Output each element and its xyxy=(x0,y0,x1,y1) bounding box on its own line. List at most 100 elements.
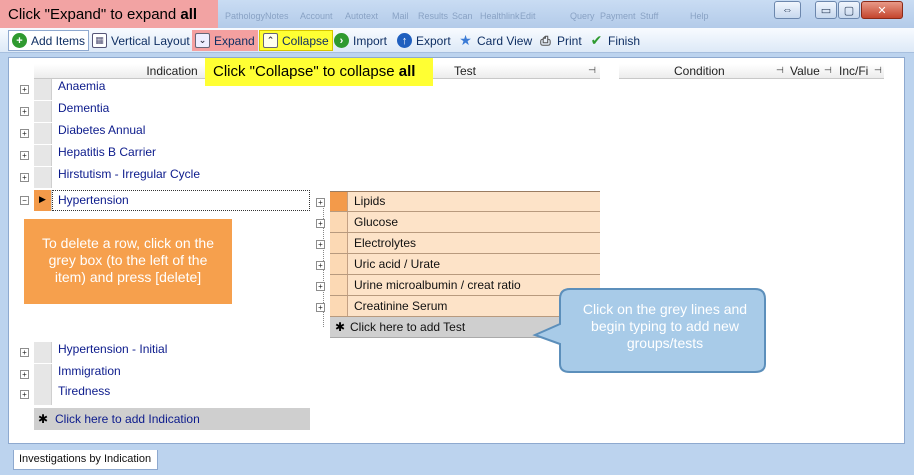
tab-investigations-by-indication[interactable]: Investigations by Indication xyxy=(13,450,158,470)
vertical-layout-button[interactable]: ▦ Vertical Layout xyxy=(89,30,193,51)
expand-node-icon[interactable]: + xyxy=(20,173,29,182)
background-tab: Scan xyxy=(452,11,473,21)
indication-row-selected[interactable]: − ▶ Hypertension xyxy=(18,190,312,211)
indication-row[interactable]: + Diabetes Annual xyxy=(18,123,312,144)
expand-node-icon[interactable]: + xyxy=(20,107,29,116)
expand-node-icon[interactable]: + xyxy=(20,370,29,379)
test-label: Electrolytes xyxy=(354,236,417,250)
background-tab: Healthlink xyxy=(480,11,520,21)
background-tab: Notes xyxy=(265,11,289,21)
pin-icon[interactable]: ⊣ xyxy=(874,65,882,76)
collapse-icon: ⌃ xyxy=(263,33,278,48)
background-tab: Results xyxy=(418,11,449,21)
add-items-button[interactable]: + Add Items xyxy=(8,30,90,51)
expand-node-icon[interactable]: + xyxy=(20,151,29,160)
pin-icon[interactable]: ⊣ xyxy=(776,65,784,76)
row-selector[interactable] xyxy=(330,191,348,211)
expand-node-icon[interactable]: + xyxy=(316,303,325,312)
selected-cell[interactable]: Hypertension xyxy=(52,190,310,211)
test-row[interactable]: Lipids xyxy=(330,191,600,212)
row-selector[interactable] xyxy=(34,145,52,166)
vertical-layout-label: Vertical Layout xyxy=(111,33,190,48)
plus-icon: + xyxy=(12,33,27,48)
indication-label: Hepatitis B Carrier xyxy=(58,145,157,159)
expand-button[interactable]: ⌄ Expand xyxy=(192,30,258,51)
background-tab: Mail xyxy=(392,11,409,21)
add-indication-row[interactable]: ✱ Click here to add Indication xyxy=(34,408,310,430)
card-view-button[interactable]: ★ Card View xyxy=(455,30,535,51)
delete-note-text: To delete a row, click on the grey box (… xyxy=(42,235,214,285)
row-selector[interactable] xyxy=(34,101,52,122)
import-button[interactable]: › Import xyxy=(331,30,390,51)
indication-row[interactable]: + Hepatitis B Carrier xyxy=(18,145,312,166)
test-row[interactable]: Uric acid / Urate xyxy=(330,254,600,275)
export-arrow-icon: ↑ xyxy=(397,33,412,48)
expand-node-icon[interactable]: + xyxy=(316,261,325,270)
row-selector[interactable] xyxy=(330,212,348,232)
close-icon[interactable]: ✕ xyxy=(861,1,903,19)
test-label: Creatinine Serum xyxy=(354,299,448,313)
print-label: Print xyxy=(557,33,582,48)
finish-button[interactable]: ✔ Finish xyxy=(586,30,643,51)
expand-node-icon[interactable]: + xyxy=(316,282,325,291)
background-tab: Edit xyxy=(520,11,536,21)
toolbar: + Add Items ▦ Vertical Layout ⌄ Expand ⌃… xyxy=(0,28,914,53)
expand-node-icon[interactable]: + xyxy=(20,129,29,138)
test-label: Uric acid / Urate xyxy=(354,257,441,271)
restore-icon[interactable]: ⇔ xyxy=(774,1,801,19)
pin-icon[interactable]: ⊣ xyxy=(588,65,596,76)
background-tab: Stuff xyxy=(640,11,659,21)
pin-icon[interactable]: ⊣ xyxy=(824,65,832,76)
layout-icon: ▦ xyxy=(92,33,107,48)
indication-label: Tiredness xyxy=(58,384,111,398)
maximize-icon[interactable]: ▢ xyxy=(838,1,860,19)
indication-row[interactable]: + Tiredness xyxy=(18,384,312,405)
test-group-top-border xyxy=(330,191,600,192)
expand-node-icon[interactable]: + xyxy=(20,390,29,399)
row-selector[interactable] xyxy=(34,364,52,385)
new-row-asterisk-icon: ✱ xyxy=(38,412,49,426)
indication-row[interactable]: + Hirstutism - Irregular Cycle xyxy=(18,167,312,188)
row-selector[interactable] xyxy=(34,123,52,144)
row-selector[interactable] xyxy=(330,254,348,274)
row-selector[interactable] xyxy=(34,384,52,405)
indication-row[interactable]: + Hypertension - Initial xyxy=(18,342,312,363)
collapse-button[interactable]: ⌃ Collapse xyxy=(259,30,333,51)
indication-row[interactable]: + Immigration xyxy=(18,364,312,385)
indication-label: Hypertension - Initial xyxy=(58,342,168,356)
add-items-label: Add Items xyxy=(31,33,86,48)
title-bar: Pathology Notes Account Autotext Mail Results… xyxy=(0,0,914,28)
expand-node-icon[interactable]: + xyxy=(316,219,325,228)
row-selector[interactable] xyxy=(330,296,348,316)
print-button[interactable]: ⎙ Print xyxy=(535,30,585,51)
collapse-callout-bold: all xyxy=(398,63,416,80)
background-tab: Query xyxy=(570,11,595,21)
expand-node-icon[interactable]: + xyxy=(316,198,325,207)
expand-node-icon[interactable]: + xyxy=(316,240,325,249)
row-selector[interactable] xyxy=(34,167,52,188)
minimize-icon[interactable]: ▭ xyxy=(815,1,837,19)
bottom-tab-label: Investigations by Indication xyxy=(19,453,152,465)
background-tab: Help xyxy=(690,11,709,21)
bottom-tab-strip: Investigations by Indication xyxy=(8,450,905,470)
indication-label: Anaemia xyxy=(58,79,106,93)
row-selector[interactable]: ▶ xyxy=(34,190,52,211)
export-button[interactable]: ↑ Export xyxy=(394,30,454,51)
collapse-node-icon[interactable]: − xyxy=(20,196,29,205)
indication-label: Diabetes Annual xyxy=(58,123,146,137)
row-selector[interactable] xyxy=(330,233,348,253)
test-row[interactable]: Glucose xyxy=(330,212,600,233)
indication-row[interactable]: + Dementia xyxy=(18,101,312,122)
test-label: Glucose xyxy=(354,215,399,229)
export-label: Export xyxy=(416,33,451,48)
row-selector[interactable] xyxy=(34,79,52,100)
row-selector[interactable] xyxy=(34,342,52,363)
expand-node-icon[interactable]: + xyxy=(20,85,29,94)
condition-column-header[interactable]: Condition ⊣ Value ⊣ Inc/Fi ⊣ xyxy=(619,64,884,79)
row-selector[interactable] xyxy=(330,275,348,295)
test-header-label: Test xyxy=(453,64,476,78)
test-row[interactable]: Electrolytes xyxy=(330,233,600,254)
indication-row[interactable]: + Anaemia xyxy=(18,79,312,100)
collapse-label: Collapse xyxy=(282,33,329,48)
expand-node-icon[interactable]: + xyxy=(20,348,29,357)
